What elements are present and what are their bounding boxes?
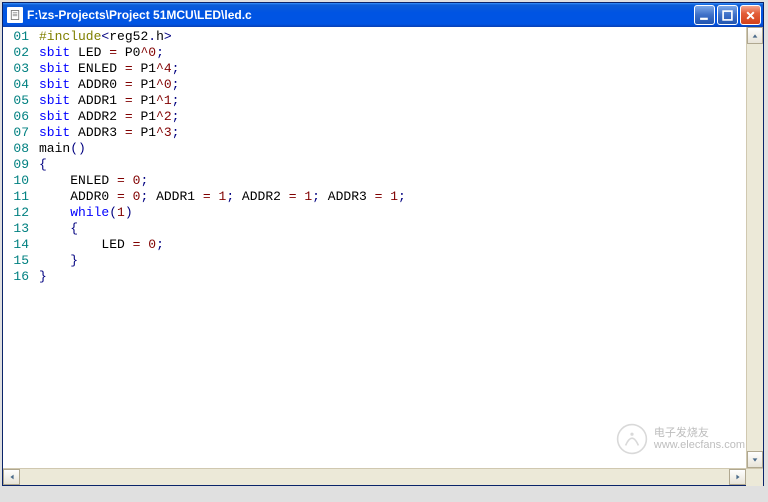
code-line[interactable]: {: [39, 157, 746, 173]
line-number: 08: [7, 141, 29, 157]
line-number-gutter: 01020304050607080910111213141516: [3, 27, 35, 468]
window-title: F:\zs-Projects\Project 51MCU\LED\led.c: [27, 8, 694, 22]
scroll-down-button[interactable]: [747, 451, 763, 468]
editor-window: F:\zs-Projects\Project 51MCU\LED\led.c 0…: [2, 2, 764, 486]
watermark-line2: www.elecfans.com: [654, 439, 745, 451]
watermark-text: 电子发烧友 www.elecfans.com: [654, 427, 745, 451]
code-line[interactable]: LED = 0;: [39, 237, 746, 253]
line-number: 02: [7, 45, 29, 61]
title-bar[interactable]: F:\zs-Projects\Project 51MCU\LED\led.c: [3, 3, 763, 27]
line-number: 05: [7, 93, 29, 109]
scroll-right-button[interactable]: [729, 469, 746, 485]
code-line[interactable]: {: [39, 221, 746, 237]
line-number: 11: [7, 189, 29, 205]
line-number: 10: [7, 173, 29, 189]
scroll-up-button[interactable]: [747, 27, 763, 44]
watermark-logo-icon: [616, 423, 648, 455]
vertical-scrollbar[interactable]: [746, 27, 763, 468]
code-line[interactable]: #include<reg52.h>: [39, 29, 746, 45]
code-line[interactable]: sbit ADDR1 = P1^1;: [39, 93, 746, 109]
line-number: 01: [7, 29, 29, 45]
code-line[interactable]: sbit ADDR2 = P1^2;: [39, 109, 746, 125]
line-number: 07: [7, 125, 29, 141]
code-line[interactable]: sbit ENLED = P1^4;: [39, 61, 746, 77]
watermark: 电子发烧友 www.elecfans.com: [616, 423, 745, 455]
hscroll-track[interactable]: [20, 469, 729, 485]
scroll-left-button[interactable]: [3, 469, 20, 485]
vscroll-track[interactable]: [747, 44, 763, 451]
code-line[interactable]: }: [39, 253, 746, 269]
line-number: 12: [7, 205, 29, 221]
code-line[interactable]: sbit LED = P0^0;: [39, 45, 746, 61]
scrollbar-corner: [746, 469, 763, 486]
code-line[interactable]: ADDR0 = 0; ADDR1 = 1; ADDR2 = 1; ADDR3 =…: [39, 189, 746, 205]
close-button[interactable]: [740, 5, 761, 25]
code-line[interactable]: }: [39, 269, 746, 285]
code-content[interactable]: #include<reg52.h>sbit LED = P0^0;sbit EN…: [35, 27, 746, 468]
line-number: 16: [7, 269, 29, 285]
horizontal-scrollbar[interactable]: [3, 468, 763, 485]
line-number: 04: [7, 77, 29, 93]
line-number: 15: [7, 253, 29, 269]
file-icon: [7, 7, 23, 23]
line-number: 03: [7, 61, 29, 77]
code-line[interactable]: main(): [39, 141, 746, 157]
code-line[interactable]: sbit ADDR0 = P1^0;: [39, 77, 746, 93]
code-line[interactable]: ENLED = 0;: [39, 173, 746, 189]
line-number: 09: [7, 157, 29, 173]
code-line[interactable]: sbit ADDR3 = P1^3;: [39, 125, 746, 141]
maximize-button[interactable]: [717, 5, 738, 25]
editor-area: 01020304050607080910111213141516 #includ…: [3, 27, 763, 468]
window-controls: [694, 5, 761, 25]
line-number: 13: [7, 221, 29, 237]
watermark-line1: 电子发烧友: [654, 427, 745, 439]
line-number: 14: [7, 237, 29, 253]
minimize-button[interactable]: [694, 5, 715, 25]
code-line[interactable]: while(1): [39, 205, 746, 221]
line-number: 06: [7, 109, 29, 125]
